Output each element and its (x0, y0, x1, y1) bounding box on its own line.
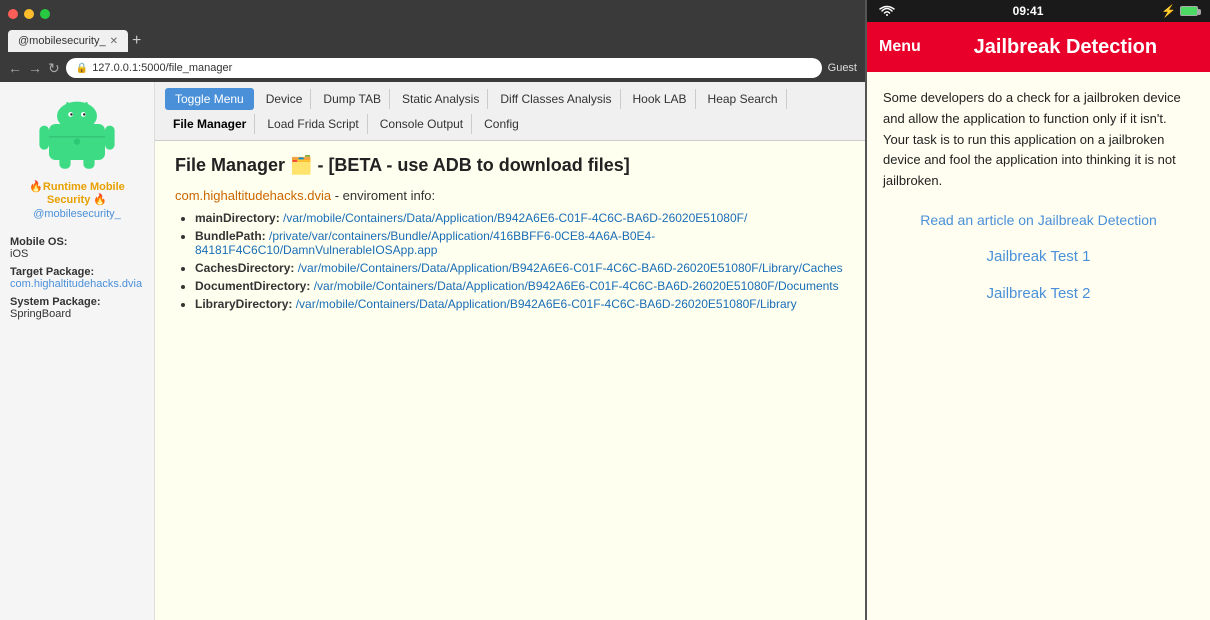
main-panel: Toggle Menu Device Dump TAB Static Analy… (155, 82, 865, 620)
mobile-app-title: Jailbreak Detection (933, 36, 1198, 59)
tab-bar: @mobilesecurity_ ✕ + (0, 28, 865, 54)
address-bar[interactable]: 🔒 127.0.0.1:5000/file_manager (66, 58, 822, 78)
toolbar: Toggle Menu Device Dump TAB Static Analy… (155, 82, 865, 141)
system-package-label: System Package: (10, 296, 144, 308)
battery-icon: ⚡ (1161, 4, 1176, 18)
sidebar: 🔥Runtime Mobile Security 🔥 @mobilesecuri… (0, 82, 155, 620)
env-list: mainDirectory: /var/mobile/Containers/Da… (175, 211, 845, 311)
content-area: File Manager 🗂️ - [BETA - use ADB to dow… (155, 141, 865, 335)
tab-diff-classes[interactable]: Diff Classes Analysis (492, 89, 620, 109)
mobilesecurity-handle[interactable]: @mobilesecurity_ (33, 208, 121, 220)
toggle-menu-button[interactable]: Toggle Menu (165, 88, 254, 110)
env-key-0: mainDirectory: (195, 211, 280, 225)
env-val-0[interactable]: /var/mobile/Containers/Data/Application/… (283, 211, 747, 225)
env-key-1: BundlePath: (195, 229, 266, 243)
mobile-status-bar: 09:41 ⚡ (867, 0, 1210, 22)
address-text: 127.0.0.1:5000/file_manager (92, 62, 232, 74)
tab-load-frida[interactable]: Load Frida Script (259, 114, 367, 134)
env-key-4: LibraryDirectory: (195, 297, 292, 311)
jailbreak-test-1-button[interactable]: Jailbreak Test 1 (883, 248, 1194, 265)
browser-panel: @mobilesecurity_ ✕ + ← → ↻ 🔒 127.0.0.1:5… (0, 0, 865, 620)
browser-tab[interactable]: @mobilesecurity_ ✕ (8, 30, 128, 52)
mobile-content: Some developers do a check for a jailbro… (867, 72, 1210, 620)
env-package-link[interactable]: com.highaltitudehacks.dvia (175, 188, 331, 203)
env-label: - enviroment info: (335, 188, 435, 203)
env-val-3[interactable]: /var/mobile/Containers/Data/Application/… (314, 279, 839, 293)
battery-indicator (1180, 6, 1198, 16)
mobile-menu-button[interactable]: Menu (879, 38, 921, 56)
list-item: BundlePath: /private/var/containers/Bund… (195, 229, 845, 257)
close-window-btn[interactable] (8, 9, 18, 19)
jailbreak-description: Some developers do a check for a jailbro… (883, 88, 1194, 192)
address-bar-row: ← → ↻ 🔒 127.0.0.1:5000/file_manager Gues… (0, 54, 865, 82)
mobile-os-label: Mobile OS: (10, 236, 144, 248)
maximize-window-btn[interactable] (40, 9, 50, 19)
list-item: DocumentDirectory: /var/mobile/Container… (195, 279, 845, 293)
new-tab-icon[interactable]: + (132, 32, 141, 50)
forward-button[interactable]: → (28, 60, 42, 76)
status-left (879, 5, 895, 17)
env-heading: com.highaltitudehacks.dvia - enviroment … (175, 188, 845, 203)
tab-device[interactable]: Device (258, 89, 312, 109)
status-time: 09:41 (1013, 4, 1044, 18)
tab-dump[interactable]: Dump TAB (315, 89, 390, 109)
list-item: mainDirectory: /var/mobile/Containers/Da… (195, 211, 845, 225)
browser-content: 🔥Runtime Mobile Security 🔥 @mobilesecuri… (0, 82, 865, 620)
android-logo (37, 92, 117, 172)
guest-button[interactable]: Guest (828, 62, 857, 74)
tab-label: @mobilesecurity_ (18, 35, 106, 47)
list-item: LibraryDirectory: /var/mobile/Containers… (195, 297, 845, 311)
list-item: CachesDirectory: /var/mobile/Containers/… (195, 261, 845, 275)
status-right: ⚡ (1161, 4, 1198, 18)
env-val-2[interactable]: /var/mobile/Containers/Data/Application/… (298, 261, 843, 275)
env-key-2: CachesDirectory: (195, 261, 294, 275)
mobile-os-value: iOS (10, 248, 28, 260)
tab-heap-search[interactable]: Heap Search (700, 89, 787, 109)
system-package-value: SpringBoard (10, 308, 71, 320)
browser-chrome (0, 0, 865, 28)
mobile-device-panel: 09:41 ⚡ Menu Jailbreak Detection Some de… (865, 0, 1210, 620)
runtime-label: 🔥Runtime Mobile Security 🔥 (10, 180, 144, 206)
reload-button[interactable]: ↻ (48, 60, 60, 77)
env-val-4[interactable]: /var/mobile/Containers/Data/Application/… (296, 297, 797, 311)
tab-console-output[interactable]: Console Output (372, 114, 472, 134)
tab-config[interactable]: Config (476, 114, 527, 134)
sidebar-info: Mobile OS: iOS Target Package: com.higha… (10, 230, 144, 320)
tab-file-manager[interactable]: File Manager (165, 114, 255, 134)
jailbreak-test-2-button[interactable]: Jailbreak Test 2 (883, 285, 1194, 302)
wifi-icon (879, 5, 895, 17)
tab-close-icon[interactable]: ✕ (110, 36, 118, 47)
tab-static-analysis[interactable]: Static Analysis (394, 89, 488, 109)
env-key-3: DocumentDirectory: (195, 279, 310, 293)
mobile-app-header: Menu Jailbreak Detection (867, 22, 1210, 72)
lock-icon: 🔒 (76, 63, 88, 74)
back-button[interactable]: ← (8, 60, 22, 76)
target-package-label: Target Package: (10, 266, 144, 278)
target-package-value: com.highaltitudehacks.dvia (10, 278, 142, 290)
minimize-window-btn[interactable] (24, 9, 34, 19)
tab-hook-lab[interactable]: Hook LAB (625, 89, 696, 109)
page-title: File Manager 🗂️ - [BETA - use ADB to dow… (175, 155, 845, 176)
article-link[interactable]: Read an article on Jailbreak Detection (883, 212, 1194, 228)
